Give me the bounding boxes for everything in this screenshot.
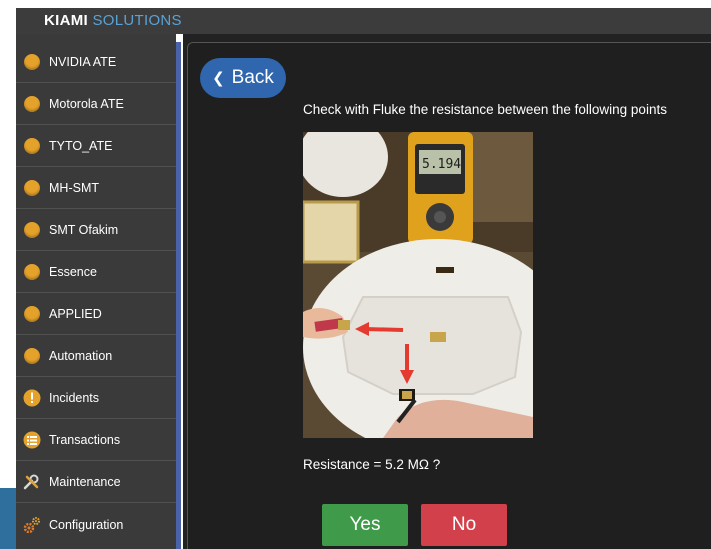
circle-icon <box>24 54 40 70</box>
sidebar-item-maintenance[interactable]: Maintenance <box>16 462 176 503</box>
left-edge <box>0 0 16 549</box>
circle-icon <box>24 138 40 154</box>
sidebar-item-label: SMT Ofakim <box>49 223 119 237</box>
sidebar-item-automation[interactable]: Automation <box>16 336 176 377</box>
circle-icon <box>24 348 40 364</box>
circle-icon <box>24 222 40 238</box>
warning-icon <box>23 389 41 407</box>
gears-icon <box>23 516 41 534</box>
chevron-left-icon: ❮ <box>212 70 225 87</box>
sidebar-item-smt-ofakim[interactable]: SMT Ofakim <box>16 210 176 251</box>
sidebar-item-label: Configuration <box>49 517 124 532</box>
sidebar-divider <box>176 42 181 549</box>
brand-logo: KIAMI SOLUTIONS <box>44 12 182 29</box>
list-icon <box>23 431 41 449</box>
sidebar-item-incidents[interactable]: Incidents <box>16 378 176 419</box>
sidebar-item-applied[interactable]: APPLIED <box>16 294 176 335</box>
brand-main: KIAMI <box>44 12 88 29</box>
sidebar-item-label: Motorola ATE <box>49 97 124 111</box>
sidebar-item-label: Essence <box>49 265 97 279</box>
sidebar-item-label: TYTO_ATE <box>49 139 113 153</box>
yes-button[interactable]: Yes <box>322 504 408 546</box>
sidebar-item-configuration[interactable]: Configuration <box>16 504 176 545</box>
no-button[interactable]: No <box>421 504 507 546</box>
sidebar-item-label: MH-SMT <box>49 181 99 195</box>
sidebar-item-label: Incidents <box>49 391 100 405</box>
top-bar: KIAMI SOLUTIONS <box>16 8 711 34</box>
sidebar-item-essence[interactable]: Essence <box>16 252 176 293</box>
sidebar-item-label: NVIDIA ATE <box>49 55 117 69</box>
tools-icon <box>23 473 41 491</box>
sidebar-item-label: APPLIED <box>49 307 102 321</box>
test-points-photo: 5.194 <box>303 132 533 438</box>
multimeter-display: 5.194 <box>422 157 461 172</box>
instruction-text: Check with Fluke the resistance between … <box>303 102 667 117</box>
back-label: Back <box>231 67 274 88</box>
circle-icon <box>24 264 40 280</box>
resistance-question: Resistance = 5.2 MΩ ? <box>303 457 441 472</box>
brand-accent: SOLUTIONS <box>92 12 182 29</box>
sidebar-item-label: Maintenance <box>49 475 121 489</box>
sidebar-item-transactions[interactable]: Transactions <box>16 420 176 461</box>
sidebar-item-motorola-ate[interactable]: Motorola ATE <box>16 84 176 125</box>
circle-icon <box>24 180 40 196</box>
circle-icon <box>24 96 40 112</box>
left-edge-accent <box>0 488 16 549</box>
sidebar: NVIDIA ATE Motorola ATE TYTO_ATE MH-SMT … <box>16 34 176 549</box>
main-panel: ❮ Back Check with Fluke the resistance b… <box>183 34 711 549</box>
back-button[interactable]: ❮ Back <box>200 58 286 98</box>
sidebar-item-nvidia-ate[interactable]: NVIDIA ATE <box>16 42 176 83</box>
sidebar-item-label: Automation <box>49 349 113 363</box>
circle-icon <box>24 306 40 322</box>
sidebar-item-mh-smt[interactable]: MH-SMT <box>16 168 176 209</box>
sidebar-item-tyto-ate[interactable]: TYTO_ATE <box>16 126 176 167</box>
sidebar-item-label: Transactions <box>49 433 121 447</box>
